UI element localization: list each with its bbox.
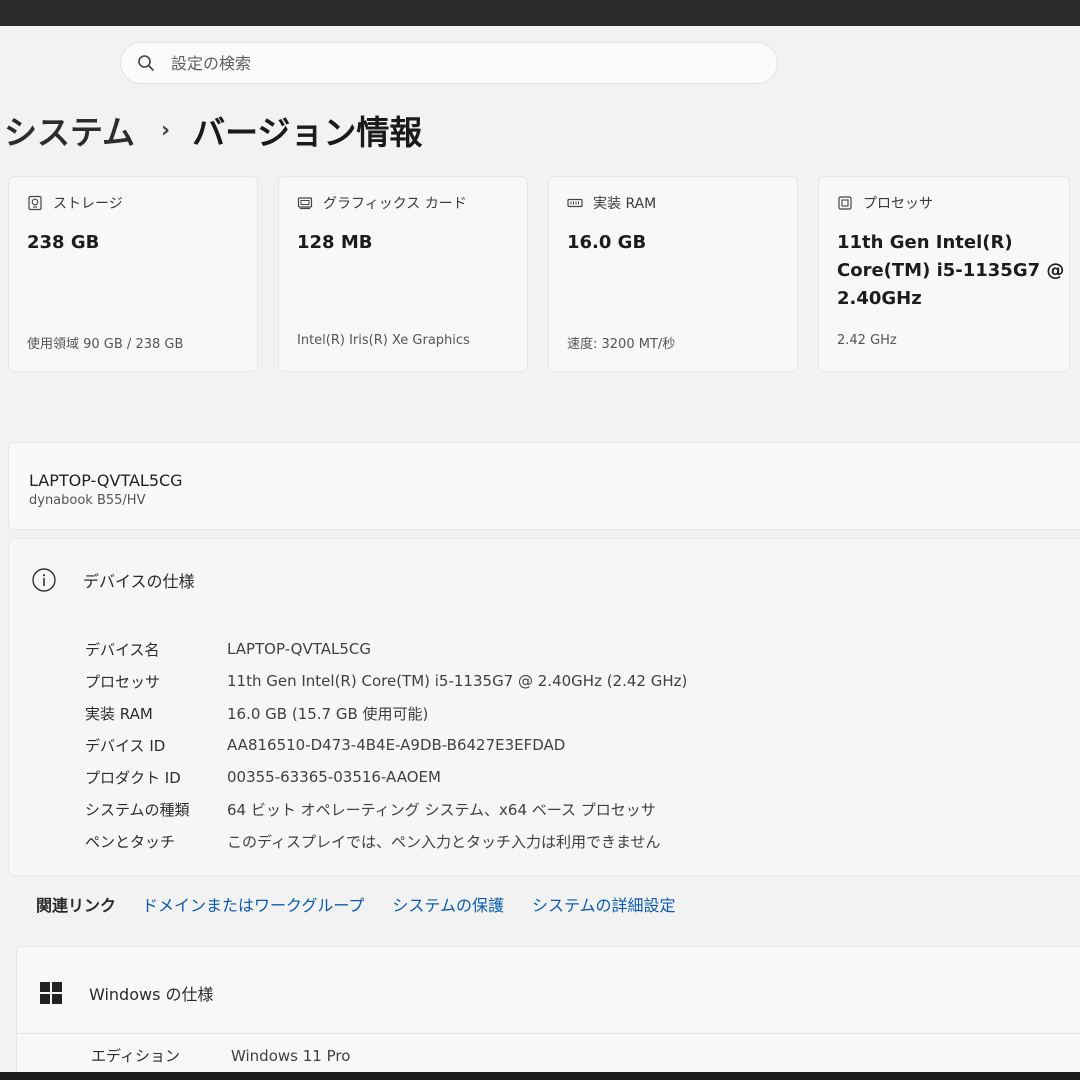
ram-card-detail: 速度: 3200 MT/秒 bbox=[567, 337, 676, 352]
device-spec-title: デバイスの仕様 bbox=[83, 572, 195, 591]
device-model: dynabook B55/HV bbox=[29, 493, 146, 508]
spec-key: 実装 RAM bbox=[85, 704, 153, 723]
monitor-bezel-bottom bbox=[0, 1072, 1080, 1080]
domain-workgroup-link[interactable]: ドメインまたはワークグループ bbox=[142, 892, 364, 916]
processor-card[interactable]: プロセッサ 11th Gen Intel(R) Core(TM) i5-1135… bbox=[818, 176, 1070, 372]
spec-row: エディション Windows 11 Pro bbox=[91, 1045, 350, 1066]
windows-logo-icon bbox=[40, 982, 62, 1004]
spec-key: ペンとタッチ bbox=[85, 832, 176, 851]
processor-card-detail: 2.42 GHz bbox=[837, 333, 897, 348]
device-name: LAPTOP-QVTAL5CG bbox=[29, 471, 183, 490]
spec-key: プロセッサ bbox=[85, 672, 161, 691]
processor-card-label: プロセッサ bbox=[863, 196, 933, 212]
spec-row: プロダクト ID 00355-63365-03516-AAOEM bbox=[85, 761, 441, 793]
spec-row: デバイス名 LAPTOP-QVTAL5CG bbox=[85, 633, 371, 665]
breadcrumb-parent[interactable]: システム bbox=[4, 106, 135, 154]
spec-value: LAPTOP-QVTAL5CG bbox=[227, 640, 371, 658]
advanced-system-settings-link[interactable]: システムの詳細設定 bbox=[532, 892, 676, 916]
breadcrumb-separator-icon: › bbox=[161, 117, 171, 143]
page-title: システム › バージョン情報 bbox=[4, 106, 422, 154]
spec-row: ペンとタッチ このディスプレイでは、ペン入力とタッチ入力は利用できません bbox=[85, 825, 661, 857]
spec-value: AA816510-D473-4B4E-A9DB-B6427E3EFDAD bbox=[227, 736, 566, 754]
spec-row: システムの種類 64 ビット オペレーティング システム、x64 ベース プロセ… bbox=[85, 793, 656, 825]
ram-card[interactable]: 実装 RAM 16.0 GB 速度: 3200 MT/秒 bbox=[548, 176, 798, 372]
graphics-card[interactable]: グラフィックス カード 128 MB Intel(R) Iris(R) Xe G… bbox=[278, 176, 528, 372]
settings-window: システム › バージョン情報 ストレージ 238 GB 使用領域 90 GB /… bbox=[0, 26, 1080, 1072]
processor-card-value-line: Core(TM) i5-1135G7 @ bbox=[837, 260, 1065, 281]
storage-card[interactable]: ストレージ 238 GB 使用領域 90 GB / 238 GB bbox=[8, 176, 258, 372]
spec-value: 00355-63365-03516-AAOEM bbox=[227, 768, 441, 786]
spec-value: Windows 11 Pro bbox=[231, 1046, 351, 1065]
spec-row: デバイス ID AA816510-D473-4B4E-A9DB-B6427E3E… bbox=[85, 729, 565, 761]
graphics-card-detail: Intel(R) Iris(R) Xe Graphics bbox=[297, 333, 470, 348]
windows-spec-section: Windows の仕様 エディション Windows 11 Pro bbox=[16, 946, 1080, 1072]
graphics-card-value: 128 MB bbox=[297, 232, 373, 253]
spec-key: デバイス ID bbox=[85, 736, 166, 755]
monitor-bezel-top bbox=[0, 0, 1080, 26]
system-protection-link[interactable]: システムの保護 bbox=[392, 892, 504, 916]
storage-card-value: 238 GB bbox=[27, 232, 100, 253]
graphics-card-label: グラフィックス カード bbox=[323, 196, 467, 212]
spec-row: プロセッサ 11th Gen Intel(R) Core(TM) i5-1135… bbox=[85, 665, 687, 697]
processor-card-value-line: 2.40GHz bbox=[837, 288, 922, 309]
spec-key: システムの種類 bbox=[85, 800, 190, 819]
spec-value: このディスプレイでは、ペン入力とタッチ入力は利用できません bbox=[227, 832, 661, 851]
related-links: 関連リンク ドメインまたはワークグループ システムの保護 システムの詳細設定 bbox=[36, 892, 703, 916]
spec-value: 16.0 GB (15.7 GB 使用可能) bbox=[227, 704, 429, 723]
spec-value: 64 ビット オペレーティング システム、x64 ベース プロセッサ bbox=[227, 800, 656, 819]
storage-card-label: ストレージ bbox=[53, 196, 123, 212]
device-name-panel[interactable]: LAPTOP-QVTAL5CG dynabook B55/HV bbox=[8, 442, 1080, 530]
ram-card-label: 実装 RAM bbox=[593, 196, 657, 212]
processor-card-value: 11th Gen Intel(R) Core(TM) i5-1135G7 @ 2… bbox=[837, 229, 1064, 313]
search-box[interactable] bbox=[120, 42, 778, 84]
search-icon bbox=[138, 55, 154, 71]
ram-icon bbox=[567, 198, 583, 208]
processor-icon bbox=[838, 196, 852, 210]
info-icon bbox=[32, 568, 56, 592]
related-links-label: 関連リンク bbox=[36, 896, 117, 915]
storage-card-detail: 使用領域 90 GB / 238 GB bbox=[27, 337, 184, 352]
processor-card-value-line: 11th Gen Intel(R) bbox=[837, 232, 1013, 253]
breadcrumb-current: バージョン情報 bbox=[192, 113, 423, 152]
windows-spec-title: Windows の仕様 bbox=[89, 985, 214, 1004]
ram-card-value: 16.0 GB bbox=[567, 232, 647, 253]
search-input[interactable] bbox=[171, 53, 731, 73]
windows-spec-header[interactable]: Windows の仕様 bbox=[39, 981, 214, 1005]
divider bbox=[17, 1033, 1080, 1034]
storage-icon bbox=[28, 195, 42, 211]
spec-key: デバイス名 bbox=[85, 640, 160, 659]
device-spec-header[interactable]: デバイスの仕様 bbox=[31, 567, 195, 593]
spec-key: プロダクト ID bbox=[85, 768, 181, 787]
spec-key: エディション bbox=[91, 1047, 180, 1065]
graphics-card-icon bbox=[297, 197, 313, 210]
spec-row: 実装 RAM 16.0 GB (15.7 GB 使用可能) bbox=[85, 697, 428, 729]
device-spec-section: デバイスの仕様 デバイス名 LAPTOP-QVTAL5CG プロセッサ 11th… bbox=[8, 538, 1080, 876]
spec-value: 11th Gen Intel(R) Core(TM) i5-1135G7 @ 2… bbox=[227, 672, 688, 690]
